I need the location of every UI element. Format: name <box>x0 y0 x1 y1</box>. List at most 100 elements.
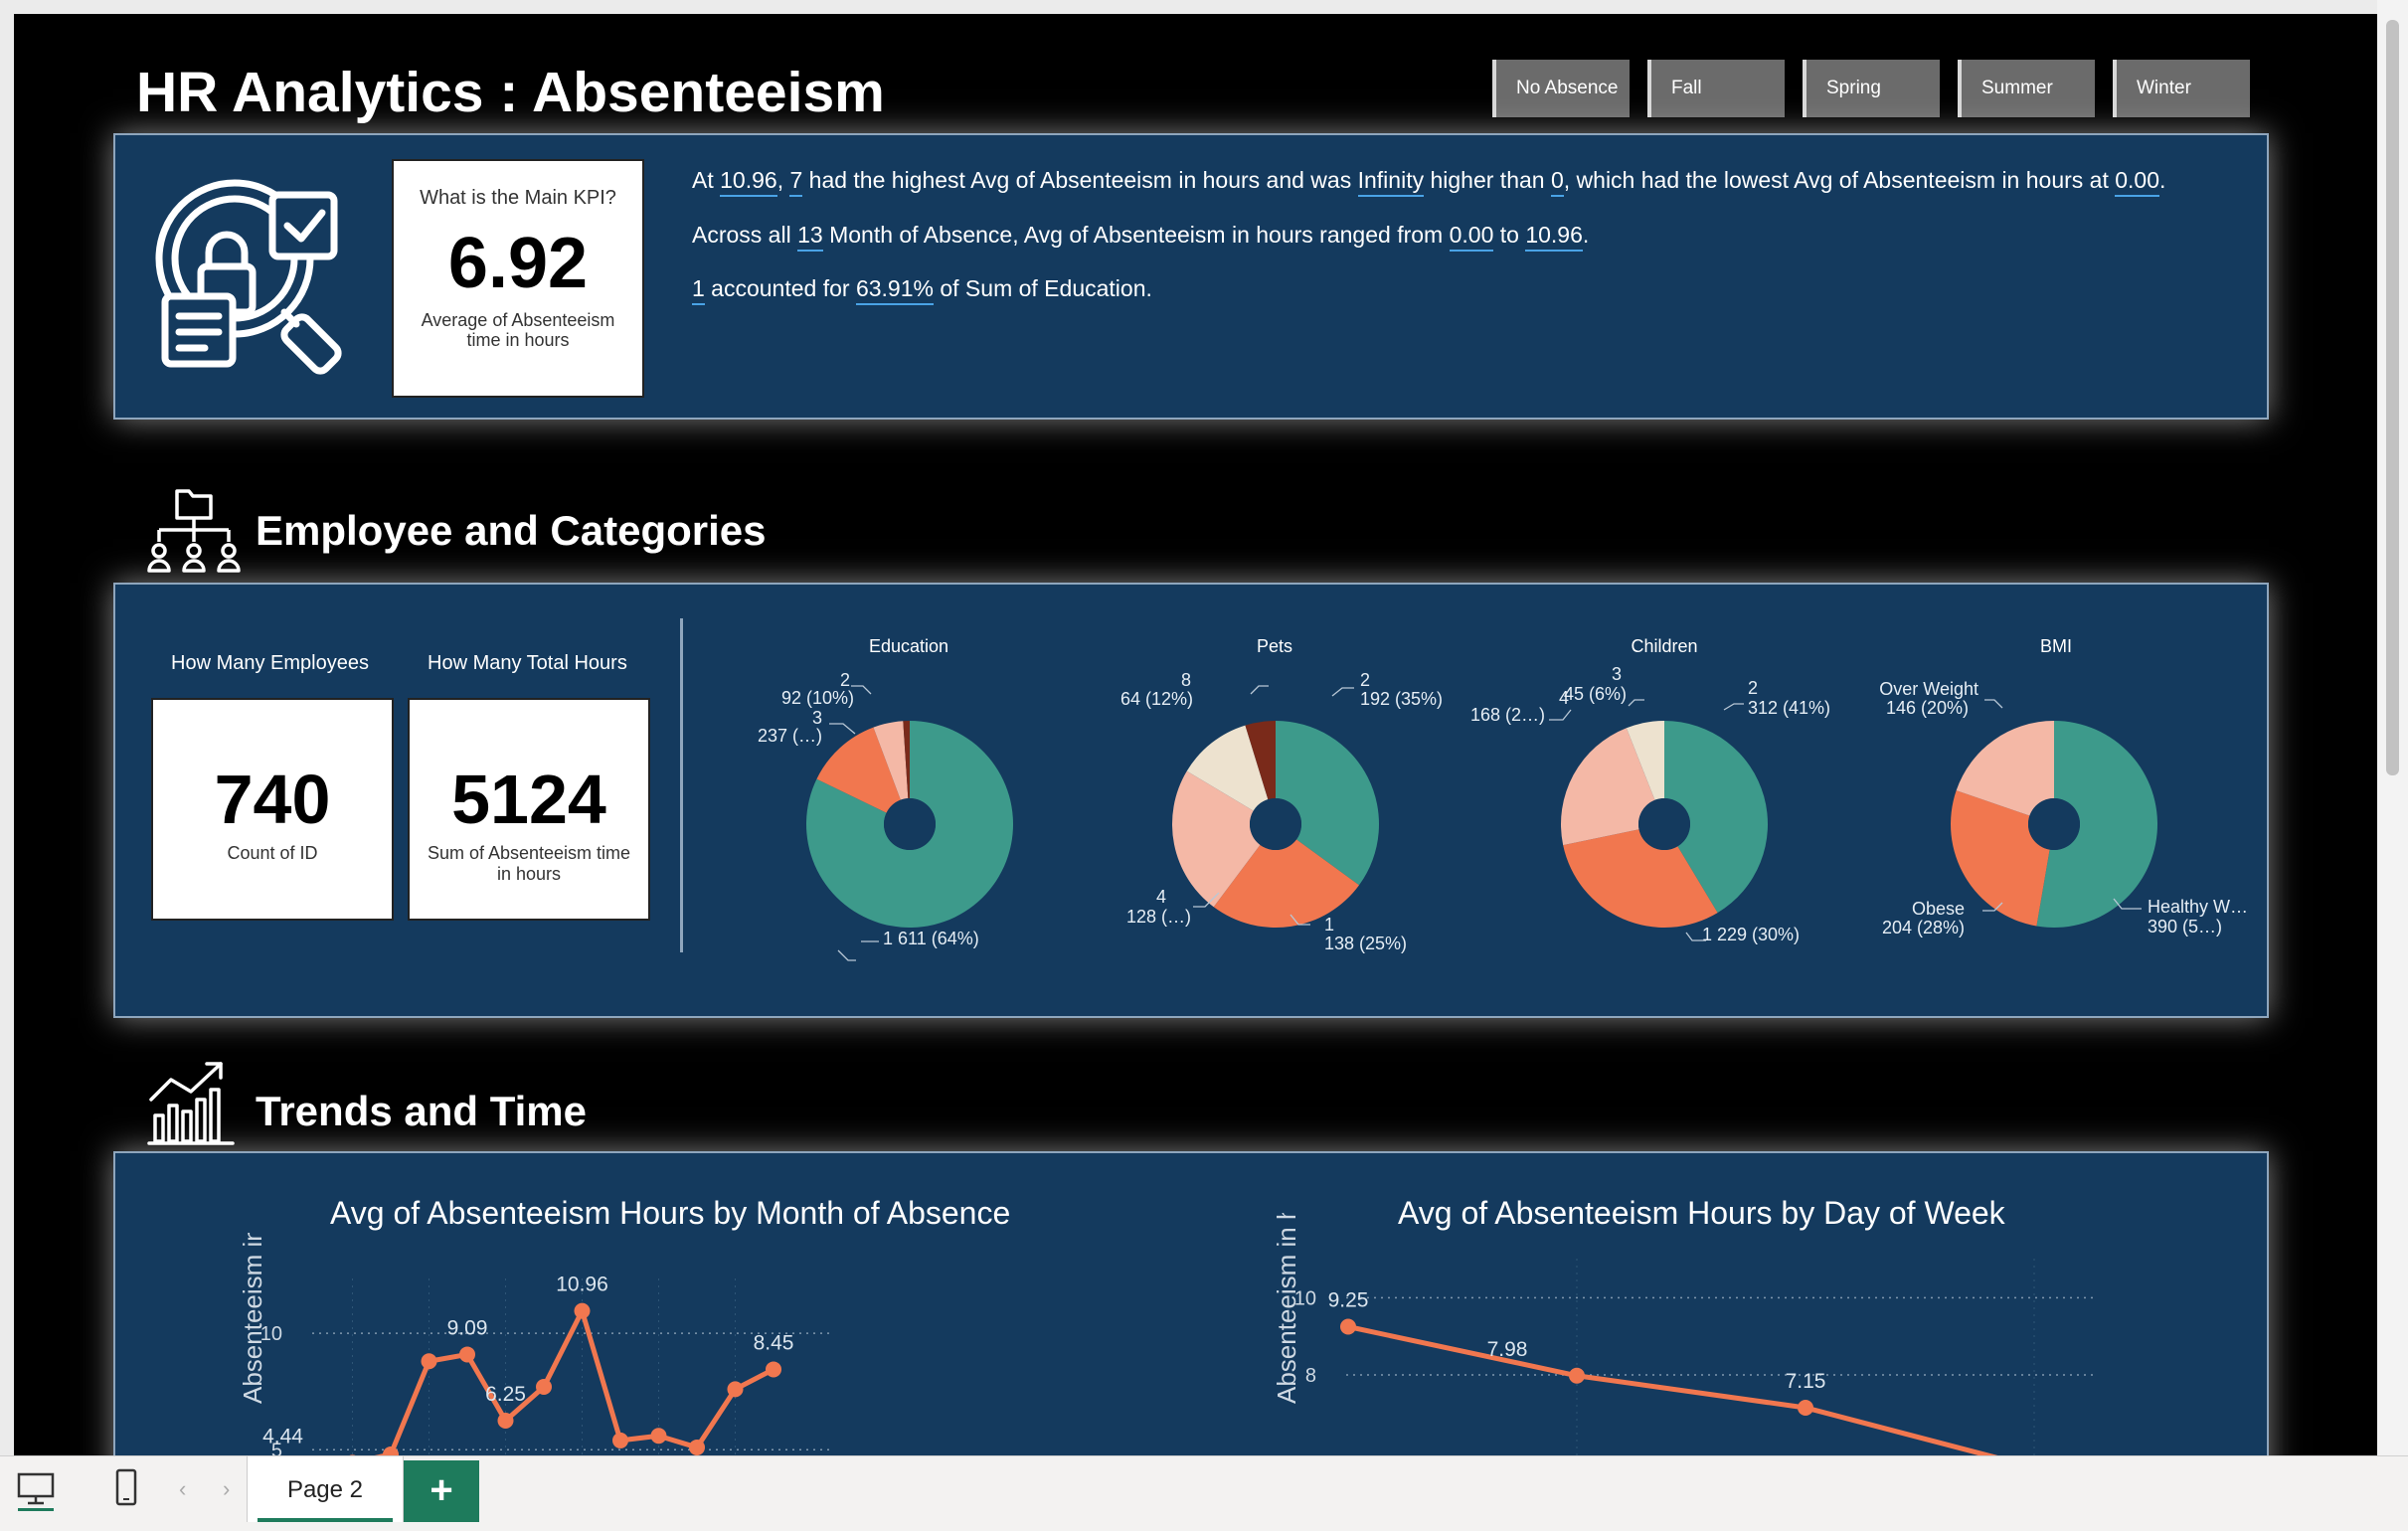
mobile-view-icon[interactable] <box>109 1466 143 1510</box>
data-point[interactable] <box>1340 1318 1356 1335</box>
series-line <box>1347 1324 1998 1455</box>
employees-card: 740 Count of ID <box>151 698 394 921</box>
data-point[interactable] <box>650 1428 667 1445</box>
pie-title-bmi: BMI <box>2039 636 2072 656</box>
kpi-caption: Average of Absenteeism time in hours <box>421 310 615 350</box>
kpi-value: 6.92 <box>447 224 589 303</box>
slicer-fall[interactable]: Fall <box>1647 60 1785 117</box>
data-label: 9.09 <box>447 1316 488 1339</box>
slicer-no-absence[interactable]: No Absence <box>1492 60 1630 117</box>
pie-pets-cat-2: 2 <box>1360 670 1370 690</box>
data-point[interactable] <box>689 1439 705 1455</box>
data-label: 10.96 <box>556 1274 608 1296</box>
line-chart-day: Absenteeism in hours 1089.257.987.15 <box>1272 1213 2094 1455</box>
categories-panel: How Many Employees How Many Total Hours … <box>113 583 2269 1018</box>
slicer-winter[interactable]: Winter <box>2113 60 2250 117</box>
section-title-trends: Trends and Time <box>256 1088 587 1134</box>
pie-bmi-label-obese: 204 (28%) <box>1882 918 1965 937</box>
data-point[interactable] <box>766 1361 781 1378</box>
slicer-spring[interactable]: Spring <box>1803 60 1940 117</box>
scrollbar-thumb[interactable] <box>2386 20 2399 775</box>
pie-bmi-cat-over-weight: Over Weight <box>1879 679 1978 699</box>
pie-pets-label-4: 128 (…) <box>1126 907 1191 927</box>
pie-pets-cat-8: 8 <box>1181 670 1191 690</box>
data-point[interactable] <box>612 1432 628 1448</box>
data-point[interactable] <box>421 1353 437 1370</box>
data-label: 8.45 <box>754 1331 794 1354</box>
donut-hole <box>1250 798 1301 850</box>
pie-bmi-cat-obese: Obese <box>1912 899 1965 919</box>
data-point[interactable] <box>459 1346 475 1363</box>
section-title-employee: Employee and Categories <box>256 507 767 554</box>
line-chart-month-title: Avg of Absenteeism Hours by Month of Abs… <box>330 1195 1011 1231</box>
tab-page-2-label: Page 2 <box>286 1476 364 1503</box>
pie-education-cat-3: 3 <box>812 708 822 728</box>
magnifier-person-document-icon <box>155 179 342 375</box>
pie-children-cat-3: 3 <box>1612 664 1622 684</box>
kpi-question: What is the Main KPI? <box>420 187 616 209</box>
data-point[interactable] <box>1798 1399 1813 1416</box>
pie-title-pets: Pets <box>1256 636 1293 656</box>
data-label: 6.25 <box>485 1383 526 1406</box>
pie-pets-label-8: 64 (12%) <box>1120 689 1193 709</box>
data-point[interactable] <box>497 1413 514 1429</box>
donut-hole <box>2028 798 2080 850</box>
data-label: 4.44 <box>262 1425 303 1447</box>
report-title: HR Analytics : Absenteeism <box>136 61 885 124</box>
pie-pets: 8 64 (12%) 2 192 (35%) 4 128 (…) 1 138 (… <box>1120 670 1443 953</box>
pie-children-label-4: 168 (2…) <box>1470 705 1545 725</box>
pie-pets-cat-4: 4 <box>1156 887 1166 907</box>
pie-title-children: Children <box>1631 636 1698 656</box>
pie-children: 3 45 (6%) 4 168 (2…) 2 312 (41%) 1 229 (… <box>1470 664 1830 944</box>
hours-value: 5124 <box>451 761 606 838</box>
employees-value: 740 <box>214 761 331 838</box>
report-window: HR Analytics : Absenteeism No Absence Fa… <box>0 0 2408 1531</box>
pie-bmi-label-healthy: 390 (5…) <box>2148 917 2222 936</box>
pie-children-label-3: 45 (6%) <box>1564 684 1627 704</box>
add-page-button[interactable]: + <box>404 1460 479 1522</box>
tab-page-2[interactable]: Page 2 <box>247 1456 404 1522</box>
line-chart-month-ylabel: Absenteeism in hours <box>238 1233 267 1404</box>
narrative-line-2: Across all 13 Month of Absence, Avg of A… <box>692 222 1589 252</box>
desktop-view-icon[interactable] <box>14 1468 58 1512</box>
pie-title-education: Education <box>868 636 949 656</box>
kpi-panel: What is the Main KPI? 6.92 Average of Ab… <box>113 133 2269 420</box>
pie-bmi: Over Weight 146 (20%) Obese 204 (28%) He… <box>1879 679 2248 937</box>
narrative-line-1: At 10.96, 7 had the highest Avg of Absen… <box>692 167 2165 197</box>
y-tick-label: 10 <box>260 1323 282 1345</box>
bar-chart-trend-icon <box>147 1062 235 1145</box>
pie-pets-cat-1: 1 <box>1324 915 1334 935</box>
data-label: 7.15 <box>1786 1370 1826 1393</box>
data-label: 7.98 <box>1487 1338 1528 1361</box>
pie-pets-label-2: 192 (35%) <box>1360 689 1443 709</box>
slicer-summer[interactable]: Summer <box>1958 60 2095 117</box>
kpi-card: What is the Main KPI? 6.92 Average of Ab… <box>392 159 644 398</box>
trends-panel: Avg of Absenteeism Hours by Month of Abs… <box>113 1151 2269 1455</box>
hours-caption: Sum of Absenteeism time in hours <box>427 843 631 884</box>
data-point[interactable] <box>574 1302 591 1319</box>
pie-pets-label-1: 138 (25%) <box>1324 934 1407 953</box>
y-tick-label: 10 <box>1294 1287 1316 1309</box>
page-tabs-bar: ‹ › Page 2 + <box>0 1455 2408 1531</box>
hours-card: 5124 Sum of Absenteeism time in hours <box>408 698 650 921</box>
org-chart-icon <box>147 489 241 573</box>
report-canvas: HR Analytics : Absenteeism No Absence Fa… <box>14 14 2377 1455</box>
data-point[interactable] <box>383 1446 399 1455</box>
pie-education: 2 92 (10%) 3 237 (…) 1 611 (64%) <box>758 670 1013 961</box>
line-chart-month: Absenteeism in hours 1054.449.096.2510.9… <box>238 1233 833 1455</box>
previous-page-icon[interactable]: ‹ <box>179 1476 186 1502</box>
data-point[interactable] <box>727 1381 744 1398</box>
pie-education-cat-2: 2 <box>840 670 850 690</box>
next-page-icon[interactable]: › <box>223 1476 230 1502</box>
hours-label: How Many Total Hours <box>428 652 627 674</box>
data-point[interactable] <box>1569 1367 1585 1384</box>
employees-caption: Count of ID <box>227 843 318 863</box>
pie-education-label-3: 237 (…) <box>758 726 822 746</box>
pie-bmi-label-over-weight: 146 (20%) <box>1886 698 1969 718</box>
data-label: 9.25 <box>1328 1289 1369 1312</box>
data-point[interactable] <box>536 1379 552 1396</box>
pie-children-label-2: 312 (41%) <box>1748 698 1830 718</box>
pie-education-label-2: 92 (10%) <box>781 688 854 708</box>
narrative-line-3: 1 accounted for 63.91% of Sum of Educati… <box>692 275 1152 305</box>
donut-hole <box>884 798 936 850</box>
